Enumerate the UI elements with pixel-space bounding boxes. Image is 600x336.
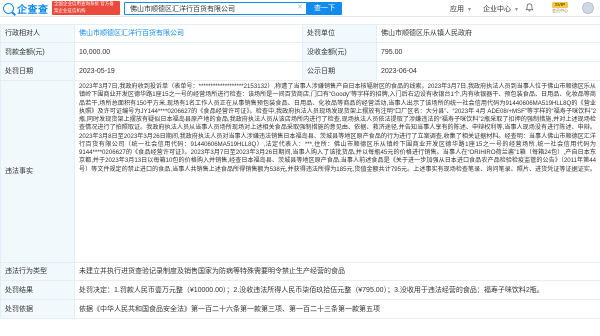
publish-date-value: 2023-06-04 [376,61,600,81]
svip-member-center[interactable]: SVIP 会员中心 [545,2,575,14]
magnifier-icon [3,2,14,14]
violation-type-value: 未建立并执行进货查验记录制度及销售国家为防病等特殊需要明令禁止生产经营的食品 [74,262,600,281]
nav-enterprise-menu[interactable]: 企业中心 ▼ [483,4,519,14]
penalty-basis-value: 依据《中华人民共和国食品安全法》第一百二十六条第一款第三项、第一百二十三条第一款… [74,299,600,319]
party-company-link[interactable]: 佛山市顺德区汇洋行百货有限公司 [79,30,184,37]
fine-amount-value: 10,000.00 [74,42,303,62]
qichacha-logo[interactable]: 企查查 [3,2,49,16]
nav-app-label: 应用 [450,6,464,13]
search-button[interactable]: 查一下 [307,2,342,15]
chevron-down-icon: ▼ [466,7,472,13]
chevron-down-icon: ▼ [513,7,519,13]
nav-app-menu[interactable]: 应用 ▼ [450,4,472,14]
search-input[interactable] [125,3,306,14]
violation-facts-text: 2023年3月7日,我政府收到投诉单（表单号：*****************… [74,80,600,263]
nav-enterprise-label: 企业中心 [483,6,511,13]
violation-type-label: 违法行为类型 [0,262,75,281]
table-row: 处罚依据 依据《中华人民共和国食品安全法》第一百二十六条第一款第三项、第一百二十… [0,299,600,319]
publish-date-label: 公示日期 [302,61,377,81]
penalty-result-value: 处罚决定：1.罚款人民币壹万元整（¥10000.00）；2.没收违法所得人民币柒… [74,280,600,300]
violation-facts-label: 违法事实 [0,80,75,263]
fine-amount-label: 罚款金额(元) [0,42,75,62]
authority-label: 处罚单位 [302,24,377,43]
clear-icon[interactable]: ✕ [297,3,303,11]
bell-icon[interactable] [525,3,534,12]
top-header: 企查查 全国企业信用查询系统 官方备案企业征信机构 ✕ 查一下 应用 ▼ 企业中… [0,0,600,17]
table-row: 处罚结果 处罚决定：1.罚款人民币壹万元整（¥10000.00）；2.没收违法所… [0,280,600,300]
penalty-date-label: 处罚日期 [0,61,75,81]
table-row: 违法事实 2023年3月7日,我政府收到投诉单（表单号：************… [0,80,600,263]
promo-badge[interactable]: 全国企业信用查询系统 官方备案企业征信机构 [52,1,120,15]
confiscation-value: 795.00 [376,42,600,62]
penalty-date-value: 2023-05-19 [74,61,303,81]
avatar[interactable] [582,2,594,14]
authority-value: 佛山市顺德区乐从镇人民政府 [376,24,600,43]
search-box[interactable] [124,2,307,15]
svip-sub-label: 会员中心 [552,8,568,13]
penalty-basis-label: 处罚依据 [0,299,75,319]
table-row: 处罚日期 2023-05-19 公示日期 2023-06-04 [0,61,600,81]
penalty-detail-table: 行政相对人 佛山市顺德区汇洋行百货有限公司 处罚单位 佛山市顺德区乐从镇人民政府… [0,24,600,319]
table-row: 罚款金额(元) 10,000.00 没收金额(元) 795.00 [0,42,600,62]
party-label: 行政相对人 [0,24,75,43]
logo-text: 企查查 [17,4,49,16]
confiscation-label: 没收金额(元) [302,42,377,62]
table-row: 违法行为类型 未建立并执行进货查验记录制度及销售国家为防病等特殊需要明令禁止生产… [0,262,600,281]
penalty-result-label: 处罚结果 [0,280,75,300]
table-row: 行政相对人 佛山市顺德区汇洋行百货有限公司 处罚单位 佛山市顺德区乐从镇人民政府 [0,24,600,43]
